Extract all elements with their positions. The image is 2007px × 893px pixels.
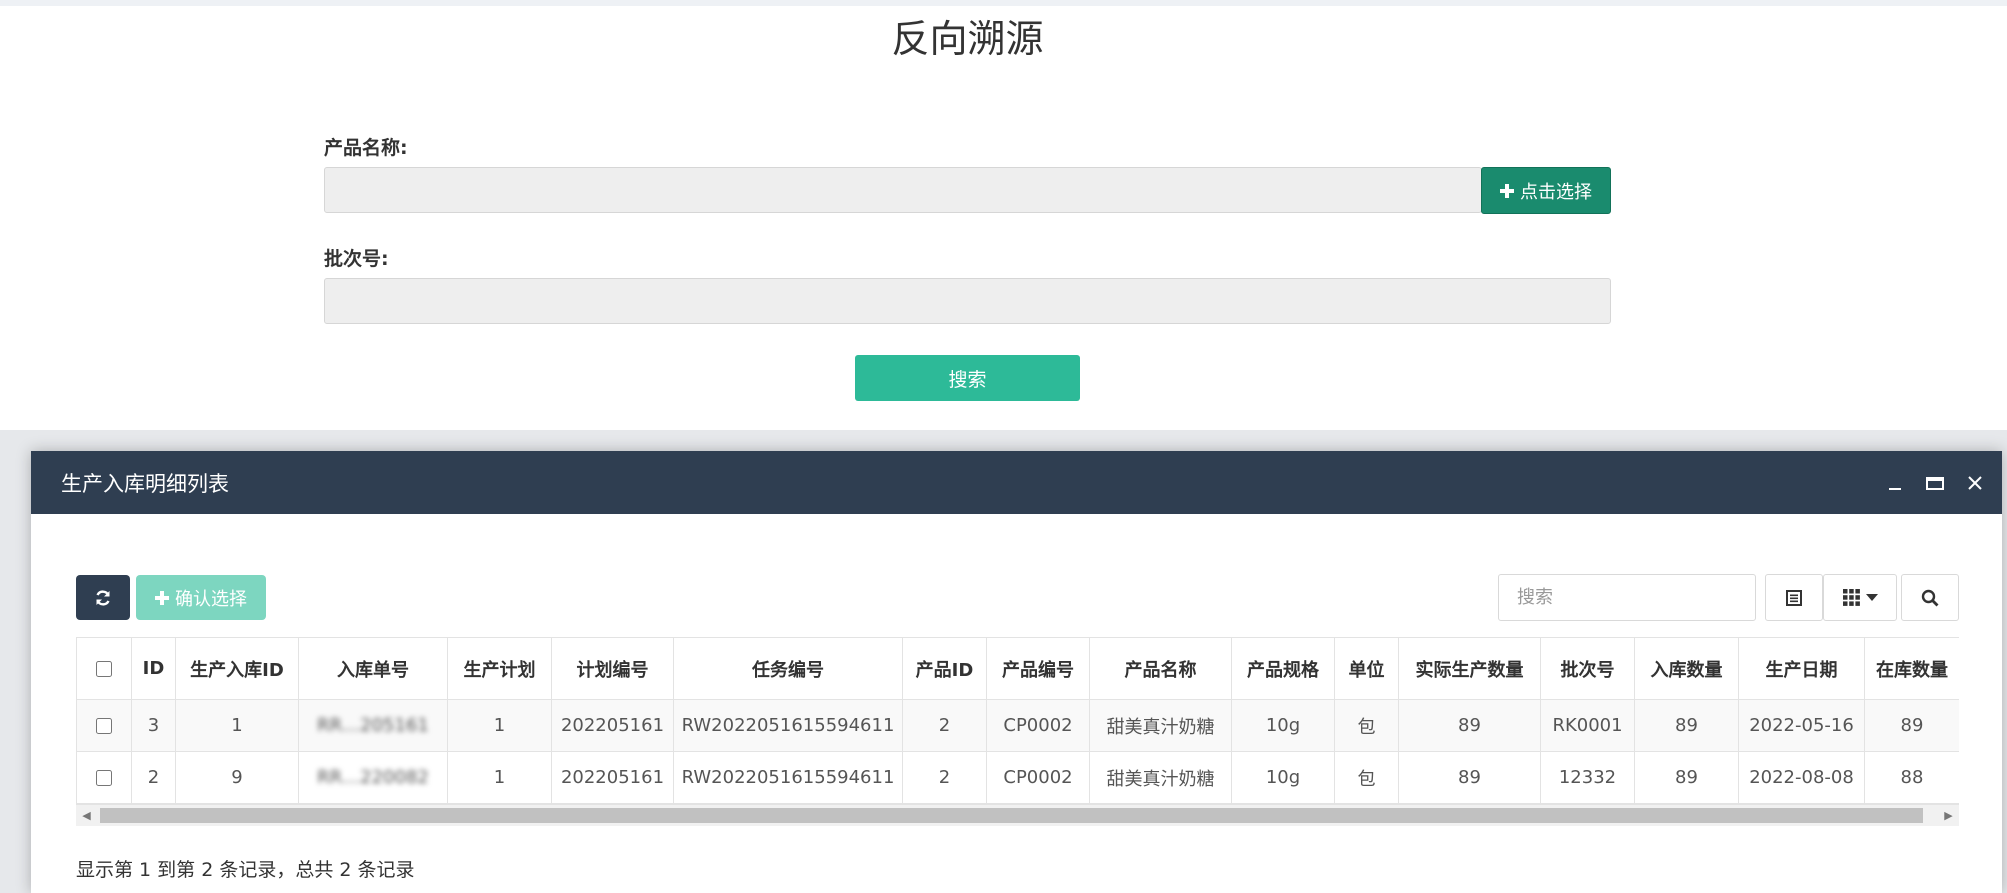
column-header[interactable]: 入库单号 — [298, 637, 448, 700]
maximize-icon[interactable] — [1924, 472, 1946, 494]
cell-actual-qty: 89 — [1398, 699, 1541, 752]
cell-unit: 包 — [1334, 751, 1399, 804]
data-table-container: ID 生产入库ID 入库单号 生产计划 计划编号 任务编号 产品ID 产品编号 … — [76, 637, 1959, 825]
select-product-button-label: 点击选择 — [1520, 181, 1592, 203]
row-select-cell — [76, 751, 132, 804]
close-icon[interactable] — [1964, 472, 1986, 494]
toggle-view-button[interactable] — [1765, 574, 1823, 621]
row-checkbox[interactable] — [96, 770, 112, 786]
cell-product-name: 甜美真汁奶糖 — [1089, 751, 1232, 804]
select-all-header — [76, 637, 132, 700]
table-row[interactable]: 3 1 RR…205161 1 202205161 RW202205161559… — [76, 699, 1959, 752]
product-name-input[interactable] — [324, 167, 1482, 213]
search-button[interactable]: 搜索 — [855, 355, 1080, 401]
cell-inbound-qty: 89 — [1634, 751, 1739, 804]
window-controls — [1884, 451, 1986, 514]
select-product-button[interactable]: 点击选择 — [1481, 167, 1611, 214]
top-band — [0, 0, 2007, 6]
search-icon — [1921, 589, 1939, 606]
cell-inbound-no: RR…205161 — [298, 699, 448, 752]
cell-inbound-id: 9 — [175, 751, 299, 804]
horizontal-scrollbar[interactable]: ◀ ▶ — [76, 804, 1959, 826]
column-header[interactable]: 产品ID — [902, 637, 987, 700]
select-all-checkbox[interactable] — [96, 661, 112, 677]
batch-number-input[interactable] — [324, 278, 1611, 324]
arrow-right-icon[interactable]: ▶ — [1938, 805, 1959, 826]
scrollbar-thumb[interactable] — [100, 808, 1923, 823]
column-header[interactable]: 产品编号 — [986, 637, 1090, 700]
cell-spec: 10g — [1231, 699, 1335, 752]
column-header[interactable]: 生产计划 — [447, 637, 552, 700]
row-select-cell — [76, 699, 132, 752]
column-header[interactable]: 实际生产数量 — [1398, 637, 1541, 700]
batch-number-label: 批次号: — [324, 248, 389, 270]
column-header[interactable]: 在库数量 — [1864, 637, 1959, 700]
cell-actual-qty: 89 — [1398, 751, 1541, 804]
plus-icon — [155, 590, 169, 605]
cell-stock-qty: 88 — [1864, 751, 1959, 804]
cell-inbound-qty: 89 — [1634, 699, 1739, 752]
cell-id: 2 — [131, 751, 176, 804]
plus-icon — [1500, 183, 1514, 198]
column-header[interactable]: 生产日期 — [1738, 637, 1865, 700]
cell-batch: 12332 — [1540, 751, 1635, 804]
cell-inbound-no-value: RR…220082 — [317, 767, 429, 788]
page-title: 反向溯源 — [891, 17, 1044, 61]
column-header[interactable]: 入库数量 — [1634, 637, 1739, 700]
cell-plan-no: 202205161 — [551, 751, 674, 804]
minimize-icon[interactable] — [1884, 472, 1906, 494]
column-header[interactable]: 计划编号 — [551, 637, 674, 700]
cell-spec: 10g — [1231, 751, 1335, 804]
cell-inbound-no-value: RR…205161 — [317, 715, 429, 736]
arrow-left-icon[interactable]: ◀ — [76, 805, 97, 826]
columns-dropdown-button[interactable] — [1823, 574, 1897, 621]
list-view-icon — [1786, 589, 1802, 606]
cell-product-id: 2 — [902, 699, 987, 752]
product-name-label: 产品名称: — [324, 137, 408, 159]
table-search-input[interactable] — [1498, 574, 1756, 621]
column-header[interactable]: ID — [131, 637, 176, 700]
modal-header: 生产入库明细列表 — [31, 451, 2002, 514]
cell-stock-qty: 89 — [1864, 699, 1959, 752]
confirm-selection-button[interactable]: 确认选择 — [136, 575, 266, 620]
caret-down-icon — [1865, 593, 1878, 601]
columns-grid-icon — [1842, 589, 1860, 606]
product-inbound-modal: 生产入库明细列表 确认选择 搜索 ID 生产入库ID 入库单号 生产计划 计划编… — [31, 451, 2002, 893]
column-header[interactable]: 生产入库ID — [175, 637, 299, 700]
table-row[interactable]: 2 9 RR…220082 1 202205161 RW202205161559… — [76, 751, 1959, 804]
modal-title: 生产入库明细列表 — [61, 471, 229, 496]
cell-inbound-id: 1 — [175, 699, 299, 752]
cell-product-name: 甜美真汁奶糖 — [1089, 699, 1232, 752]
cell-plan-no: 202205161 — [551, 699, 674, 752]
cell-date: 2022-08-08 — [1738, 751, 1865, 804]
cell-task-no: RW2022051615594611 — [673, 751, 903, 804]
refresh-button[interactable] — [76, 575, 130, 620]
row-checkbox[interactable] — [96, 718, 112, 734]
cell-plan: 1 — [447, 699, 552, 752]
cell-plan: 1 — [447, 751, 552, 804]
column-header[interactable]: 单位 — [1334, 637, 1399, 700]
pagination-info: 显示第 1 到第 2 条记录，总共 2 条记录 — [76, 859, 415, 881]
confirm-selection-button-label: 确认选择 — [175, 588, 247, 610]
cell-product-code: CP0002 — [986, 699, 1090, 752]
cell-date: 2022-05-16 — [1738, 699, 1865, 752]
cell-product-code: CP0002 — [986, 751, 1090, 804]
refresh-icon — [96, 589, 110, 606]
column-header[interactable]: 产品名称 — [1089, 637, 1232, 700]
table-header-row: ID 生产入库ID 入库单号 生产计划 计划编号 任务编号 产品ID 产品编号 … — [76, 637, 1959, 700]
search-toggle-button[interactable] — [1901, 574, 1959, 621]
column-header[interactable]: 产品规格 — [1231, 637, 1335, 700]
cell-unit: 包 — [1334, 699, 1399, 752]
column-header[interactable]: 任务编号 — [673, 637, 903, 700]
cell-inbound-no: RR…220082 — [298, 751, 448, 804]
cell-batch: RK0001 — [1540, 699, 1635, 752]
cell-product-id: 2 — [902, 751, 987, 804]
cell-task-no: RW2022051615594611 — [673, 699, 903, 752]
cell-id: 3 — [131, 699, 176, 752]
data-table: ID 生产入库ID 入库单号 生产计划 计划编号 任务编号 产品ID 产品编号 … — [76, 637, 1959, 804]
column-header[interactable]: 批次号 — [1540, 637, 1635, 700]
